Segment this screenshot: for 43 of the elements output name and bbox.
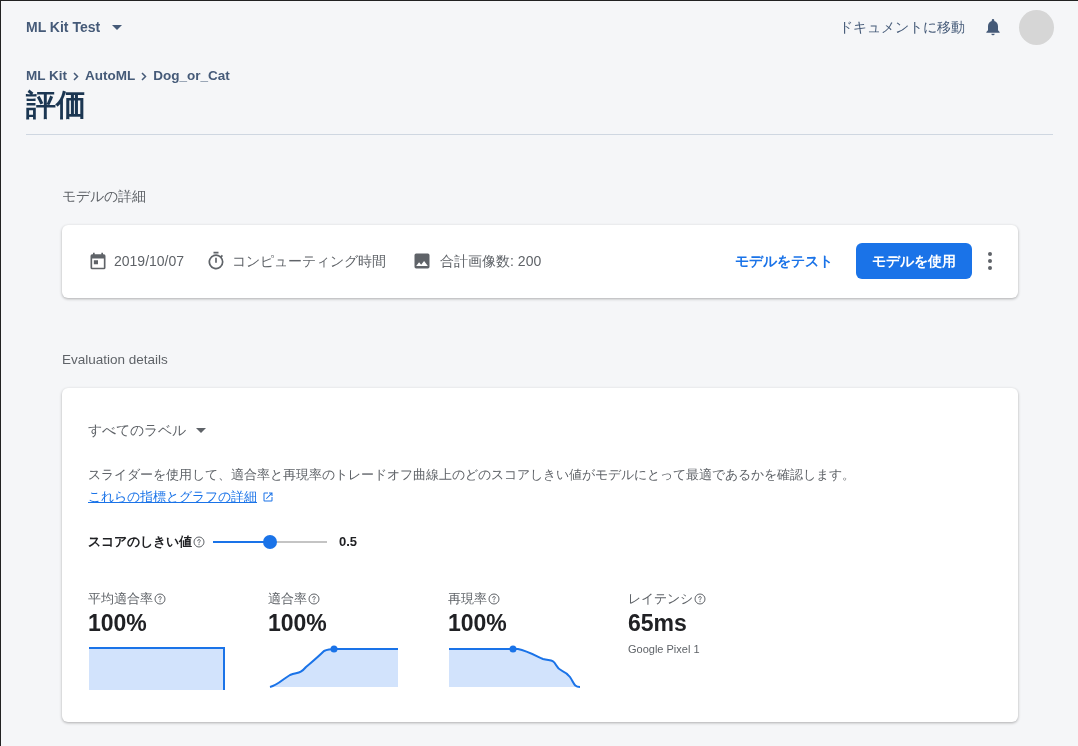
docs-link[interactable]: ドキュメントに移動 xyxy=(839,16,965,38)
metric-value: 100% xyxy=(448,608,508,637)
section-label: モデルの詳細 xyxy=(62,188,147,207)
description-text: スライダーを使用して、適合率と再現率のトレードオフ曲線上のどのスコアしきい値がモデルにとって最適であるかを確認します。 xyxy=(88,465,856,484)
slider-thumb[interactable] xyxy=(263,534,277,549)
external-link-icon xyxy=(262,491,274,503)
caret-icon xyxy=(112,24,123,30)
metric-label: 再現率 xyxy=(448,590,487,609)
label-filter-dropdown[interactable]: すべてのラベル xyxy=(88,419,206,441)
device-note: Google Pixel 1 xyxy=(628,641,701,657)
breadcrumb-link[interactable]: AutoML xyxy=(85,66,136,87)
breadcrumb-link[interactable]: Dog_or_Cat xyxy=(153,66,230,87)
metric-label: レイテンシ xyxy=(628,590,693,609)
metric-label: 平均適合率 xyxy=(88,590,153,609)
calendar-icon xyxy=(88,251,108,271)
breadcrumb-link[interactable]: ML Kit xyxy=(26,66,67,87)
notification-bell-icon[interactable] xyxy=(983,17,1003,37)
section-label: Evaluation details xyxy=(62,350,169,369)
details-link[interactable]: これらの指標とグラフの詳細 xyxy=(88,487,257,507)
chevron-right-icon xyxy=(141,71,148,81)
image-count-text: 合計画像数: 200 xyxy=(440,251,542,271)
chevron-right-icon xyxy=(73,71,79,81)
metric-value: 65ms xyxy=(628,608,688,637)
use-model-button[interactable]: モデルを使用 xyxy=(856,243,972,279)
page-title: 評価 xyxy=(26,87,87,124)
help-icon[interactable] xyxy=(308,593,320,605)
test-model-button[interactable]: モデルをテスト xyxy=(727,250,841,272)
compute-time-text: コンピューティング時間 xyxy=(232,251,387,271)
help-icon[interactable] xyxy=(488,593,500,605)
threshold-value: 0.5 xyxy=(339,532,358,551)
caret-icon xyxy=(196,427,206,433)
help-icon[interactable] xyxy=(193,535,205,548)
help-icon[interactable] xyxy=(154,593,166,605)
more-options-icon[interactable] xyxy=(988,252,992,270)
metric-value: 100% xyxy=(88,608,148,637)
metric-value: 100% xyxy=(268,608,328,637)
threshold-label: スコアのしきい値 xyxy=(88,532,192,551)
help-icon[interactable] xyxy=(694,593,706,605)
metric-label: 適合率 xyxy=(268,590,307,609)
date-text: 2019/10/07 xyxy=(114,251,185,271)
slider-track[interactable] xyxy=(213,534,327,549)
image-icon xyxy=(412,251,433,271)
project-dropdown[interactable]: ML Kit Test xyxy=(26,16,123,38)
